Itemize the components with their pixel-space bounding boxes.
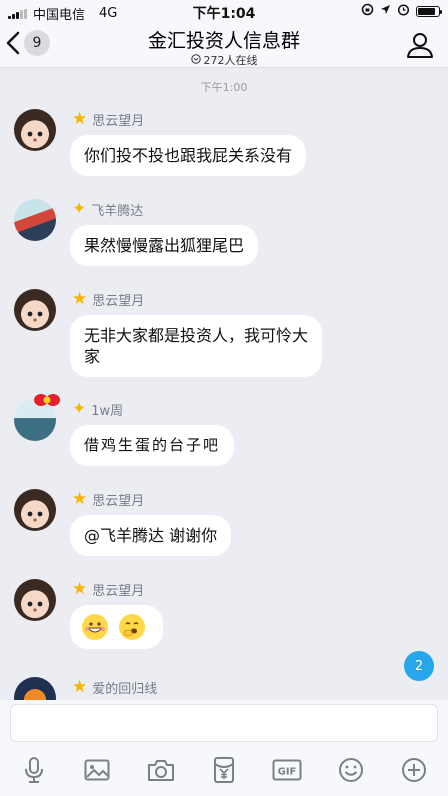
message-bubble[interactable]: 无非大家都是投资人，我可怜大 家 [70, 315, 323, 377]
message-bubble[interactable] [70, 605, 164, 649]
message-bubble[interactable]: @飞羊腾达 谢谢你 [70, 515, 232, 556]
sender-row: ✦ 飞羊腾达 [72, 199, 143, 220]
avatar[interactable] [14, 579, 56, 621]
new-messages-badge[interactable]: 2 [404, 651, 434, 681]
alarm-icon [397, 3, 410, 19]
gold-star-icon: ★ [72, 579, 88, 599]
avatar[interactable] [14, 489, 56, 531]
avatar[interactable] [14, 394, 60, 441]
message-item: ★ 思云望月 你们投不投也跟我屁关系没有 [0, 109, 448, 181]
spark-star-icon: ✦ [72, 399, 87, 419]
online-status: 272人在线 [90, 52, 358, 68]
battery-icon [416, 5, 442, 17]
sender-name[interactable]: 思云望月 [92, 290, 144, 309]
message-item: ★ 爱的回归线 [0, 677, 448, 700]
online-count: 272人在线 [203, 54, 258, 67]
sender-row: ✦ 1w周 [72, 399, 123, 420]
avatar[interactable] [14, 109, 56, 151]
sender-row: ★ 爱的回归线 [72, 677, 157, 698]
gold-star-icon: ★ [72, 677, 88, 697]
input-toolbar: GIF [0, 754, 448, 786]
spark-star-icon: ✦ [72, 199, 87, 219]
camera-icon[interactable] [145, 754, 177, 786]
message-bubble[interactable]: 借鸡生蛋的台子吧 [70, 425, 235, 466]
rotation-lock-icon [361, 3, 374, 19]
message-input[interactable] [10, 704, 438, 742]
sender-name[interactable]: 思云望月 [92, 110, 144, 129]
sender-name[interactable]: 飞羊腾达 [91, 200, 143, 219]
gold-star-icon: ★ [72, 489, 88, 509]
timestamp: 下午1:00 [200, 81, 248, 94]
chevron-left-icon [6, 31, 20, 55]
microphone-icon[interactable] [18, 754, 50, 786]
svg-text:GIF: GIF [278, 767, 297, 778]
red-envelope-icon[interactable] [208, 754, 240, 786]
message-list[interactable]: 下午1:00 ★ 思云望月 你们投不投也跟我屁关系没有 ✦ 飞羊腾达 果然慢慢露… [0, 68, 448, 700]
message-item: ★ 思云望月 @飞羊腾达 谢谢你 [0, 489, 448, 561]
image-icon[interactable] [81, 754, 113, 786]
message-bubble[interactable]: 果然慢慢露出狐狸尾巴 [70, 225, 259, 266]
sender-name[interactable]: 1w周 [91, 400, 123, 419]
sender-row: ★ 思云望月 [72, 289, 144, 310]
yawning-face-emoji [119, 614, 146, 640]
message-item: ★ 思云望月 无非大家都是投资人，我可怜大 家 [0, 289, 448, 381]
message-item: ✦ 1w周 借鸡生蛋的台子吧 [0, 394, 448, 475]
location-icon [380, 4, 391, 18]
message-text-line: 无非大家都是投资人，我可怜大 [84, 326, 309, 345]
back-unread-badge: 9 [24, 30, 50, 56]
message-item: ★ 思云望月 [0, 579, 448, 659]
emoji-icon[interactable] [335, 754, 367, 786]
back-button[interactable]: 9 [6, 30, 50, 56]
message-item: ✦ 飞羊腾达 果然慢慢露出狐狸尾巴 [0, 199, 448, 271]
avatar[interactable] [14, 677, 56, 700]
chat-header: 9 金汇投资人信息群 272人在线 [0, 22, 448, 68]
user-icon [407, 33, 433, 58]
sender-name[interactable]: 思云望月 [92, 580, 144, 599]
avatar[interactable] [14, 289, 56, 331]
gif-icon[interactable]: GIF [271, 754, 303, 786]
status-bar: 中国电信 4G 下午1:04 [0, 0, 448, 23]
message-bubble[interactable]: 你们投不投也跟我屁关系没有 [70, 135, 307, 176]
sender-name[interactable]: 爱的回归线 [92, 678, 157, 697]
sender-row: ★ 思云望月 [72, 579, 144, 600]
plus-icon[interactable] [398, 754, 430, 786]
page-title[interactable]: 金汇投资人信息群 [90, 26, 358, 53]
sender-name[interactable]: 思云望月 [92, 490, 144, 509]
chevron-down-circle-icon [190, 53, 201, 67]
input-bar: GIF [0, 700, 448, 796]
message-text-line: 家 [84, 347, 101, 366]
avatar[interactable] [14, 199, 56, 241]
group-profile-button[interactable] [406, 32, 434, 62]
sender-row: ★ 思云望月 [72, 109, 144, 130]
gold-star-icon: ★ [72, 109, 88, 129]
grinning-face-emoji [82, 614, 108, 640]
sender-row: ★ 思云望月 [72, 489, 144, 510]
gold-star-icon: ★ [72, 289, 88, 309]
